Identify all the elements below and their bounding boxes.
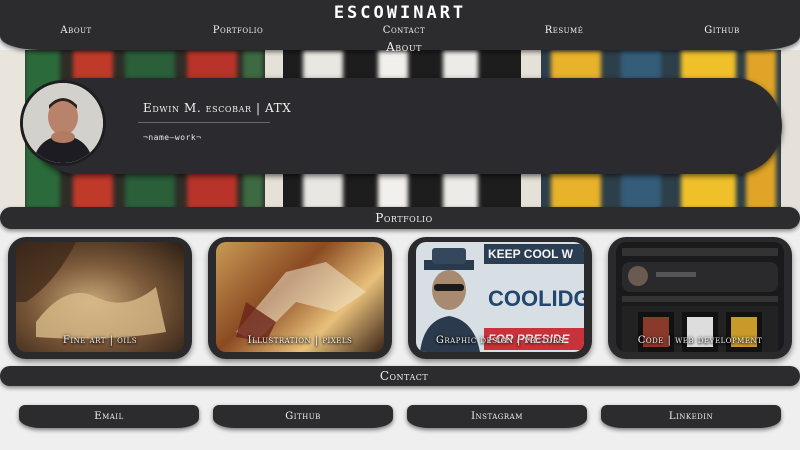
profile-bar (30, 78, 782, 174)
profile-name: Edwin M. escobar | ATX (143, 101, 292, 115)
contact-button-email[interactable]: Email (19, 405, 199, 428)
section-heading-about: About (386, 40, 422, 54)
site-logo[interactable]: ESCOWINART (320, 4, 480, 22)
profile-tagline: ¬name—work¬ (143, 133, 202, 142)
card-label-fine-art: Fine art | oils (62, 335, 138, 346)
nav-link-resume[interactable]: Resumé (524, 24, 604, 38)
profile-divider (138, 122, 270, 123)
section-heading-contact: Contact (379, 369, 429, 383)
portfolio-card-graphic-design[interactable]: KEEP COOL W COOLIDG FOR PRESIDE Graphic … (408, 237, 592, 359)
section-heading-portfolio: Portfolio (375, 211, 433, 225)
poster-main-text: COOLIDG (488, 286, 584, 311)
contact-button-instagram[interactable]: Instagram (407, 405, 587, 428)
contact-button-github[interactable]: Github (213, 405, 393, 428)
portfolio-card-illustration[interactable]: Illustration | pixels (208, 237, 392, 359)
card-label-illustration: Illustration | pixels (247, 335, 353, 346)
nav-link-about[interactable]: About (36, 24, 116, 38)
portfolio-card-fine-art[interactable]: Fine art | oils (8, 237, 192, 359)
nav-link-contact[interactable]: Contact (364, 24, 444, 38)
nav-link-github[interactable]: Github (682, 24, 762, 38)
profile-avatar (20, 80, 106, 166)
nav-link-portfolio[interactable]: Portfolio (198, 24, 278, 38)
contact-button-linkedin[interactable]: Linkedin (601, 405, 781, 428)
poster-top-text: KEEP COOL W (484, 244, 584, 264)
card-label-graphic-design: Graphic design | vectors (435, 335, 565, 346)
portfolio-card-web-development[interactable]: Code | web development (608, 237, 792, 359)
card-label-web-development: Code | web development (637, 335, 763, 346)
